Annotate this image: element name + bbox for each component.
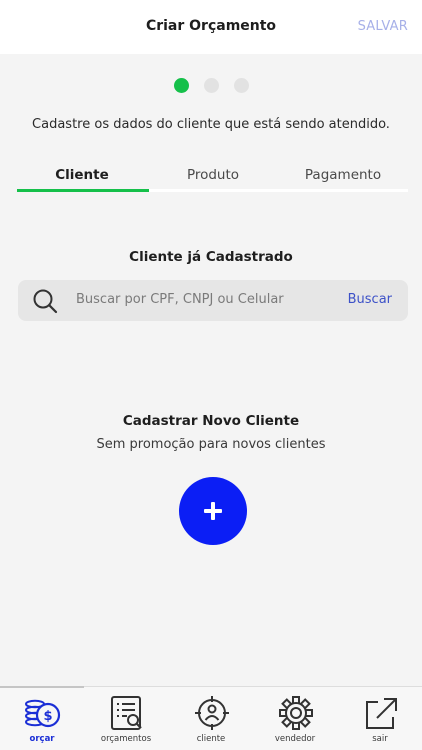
search-icon xyxy=(33,289,58,314)
tab-cliente[interactable]: Cliente xyxy=(17,164,147,192)
document-search-icon xyxy=(111,696,142,730)
tabbar-item-orcamentos[interactable]: orçamentos xyxy=(84,687,168,750)
search-button[interactable]: Buscar xyxy=(348,292,392,307)
tabbar-label-sair: sair xyxy=(372,734,388,744)
step-dot-2 xyxy=(204,78,219,93)
new-client-subtitle: Sem promoção para novos clientes xyxy=(96,437,326,452)
add-client-button[interactable] xyxy=(179,477,247,545)
external-link-icon xyxy=(366,698,397,729)
header: Criar Orçamento SALVAR xyxy=(0,0,422,54)
tabbar-item-cliente[interactable]: cliente xyxy=(169,687,253,750)
step-indicator xyxy=(0,78,422,94)
step-dot-3 xyxy=(234,78,249,93)
tabbar-label-cliente: cliente xyxy=(196,734,226,744)
save-button[interactable]: SALVAR xyxy=(358,19,408,34)
tabbar-item-orcar[interactable]: $ orçar xyxy=(0,687,84,750)
tabbar-item-sair[interactable]: sair xyxy=(338,687,422,750)
step-dot-1 xyxy=(174,78,189,93)
instruction-text: Cadastre os dados do cliente que está se… xyxy=(32,117,390,132)
tabbar-item-vendedor[interactable]: vendedor xyxy=(253,687,337,750)
search-bar: Buscar xyxy=(18,280,408,321)
existing-client-title: Cliente já Cadastrado xyxy=(129,249,293,265)
coins-dollar-icon: $ xyxy=(25,699,61,728)
tabbar-label-orcar: orçar xyxy=(29,734,55,744)
new-client-title: Cadastrar Novo Cliente xyxy=(122,413,300,429)
tab-pagamento[interactable]: Pagamento xyxy=(278,164,408,192)
gear-icon xyxy=(279,696,313,730)
svg-text:$: $ xyxy=(43,709,52,724)
tab-produto[interactable]: Produto xyxy=(148,164,278,192)
plus-icon xyxy=(204,502,222,520)
tab-bar: Cliente Produto Pagamento xyxy=(17,164,408,192)
search-input[interactable] xyxy=(76,292,326,307)
tabbar-label-vendedor: vendedor xyxy=(274,734,316,744)
tabbar-label-orcamentos: orçamentos xyxy=(100,734,152,744)
user-target-icon xyxy=(195,696,229,730)
tab-active-indicator xyxy=(17,189,149,192)
bottom-tab-bar: $ orçar orçamentos cliente vendedor sair xyxy=(0,686,422,750)
